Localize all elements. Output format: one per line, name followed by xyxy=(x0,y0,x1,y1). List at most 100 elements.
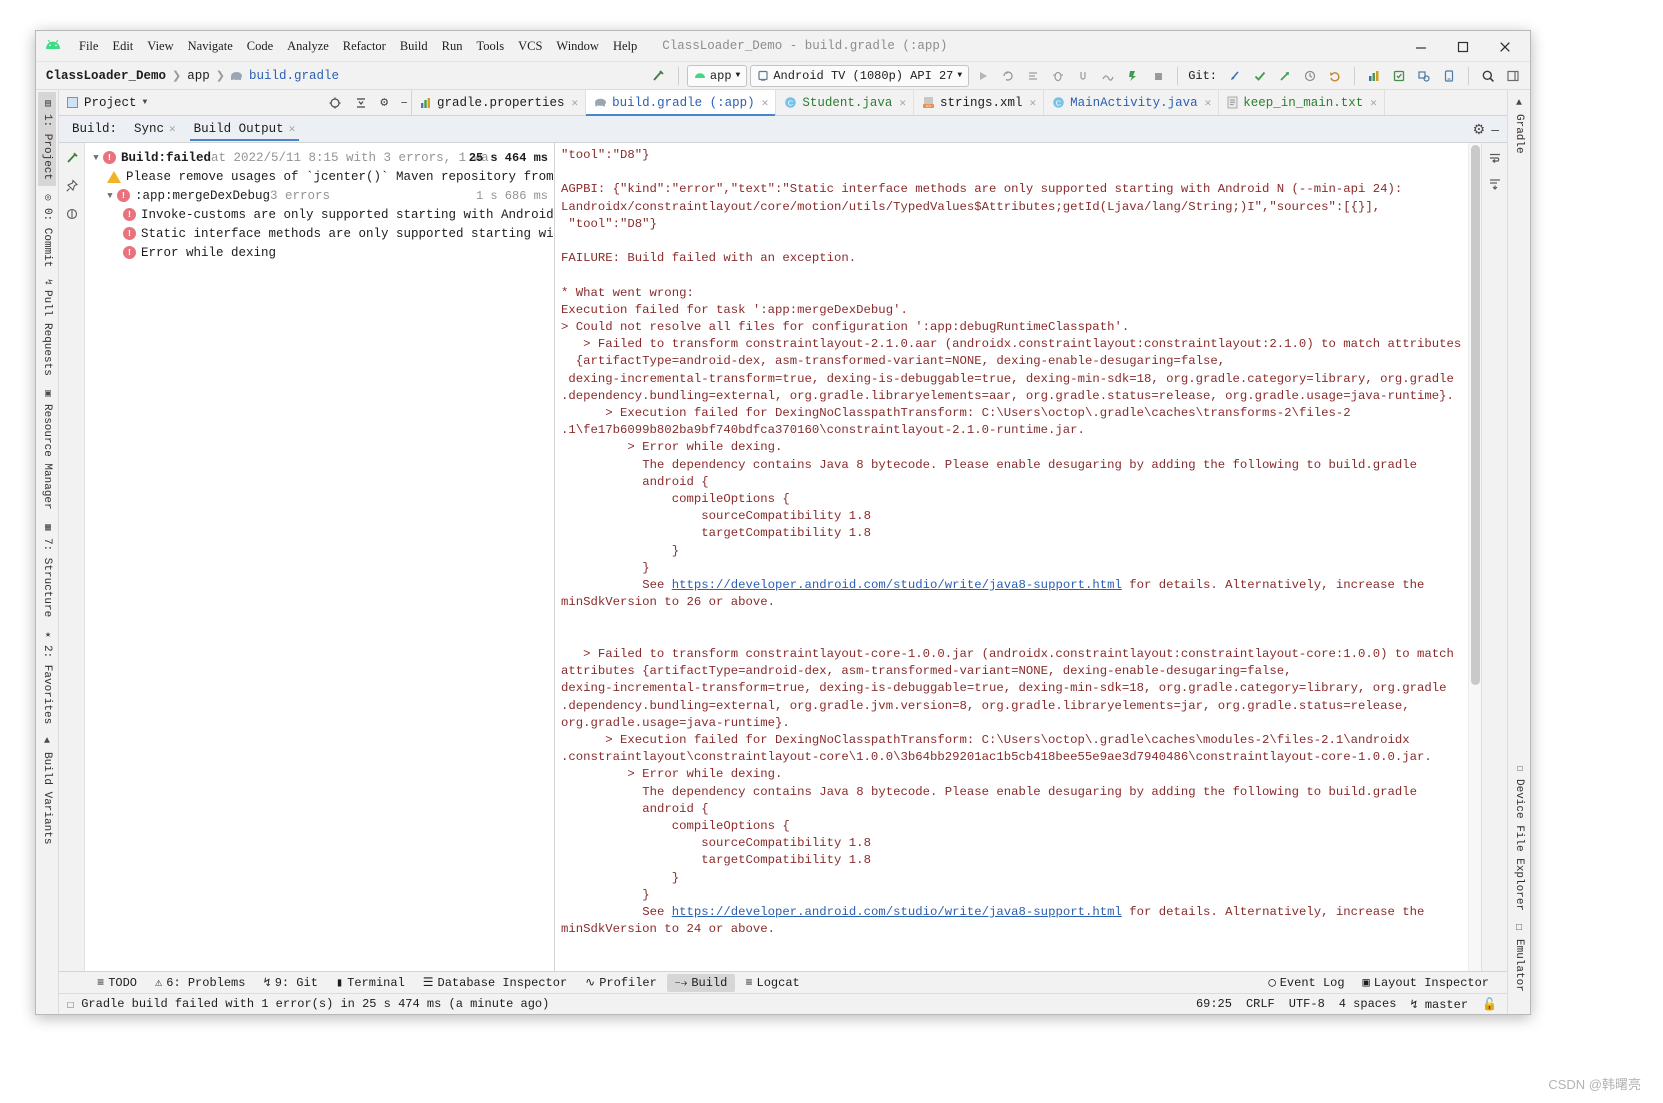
build-tab-build-output[interactable]: Build Output ✕ xyxy=(186,118,304,141)
collapse-all-icon[interactable] xyxy=(351,96,371,110)
menu-item-refactor[interactable]: Refactor xyxy=(336,37,393,56)
menu-item-edit[interactable]: Edit xyxy=(105,37,140,56)
breadcrumb-file[interactable]: build.gradle xyxy=(245,69,343,83)
table-row[interactable]: ! Invoke-customs are only supported star… xyxy=(85,205,554,224)
soft-wrap-icon[interactable] xyxy=(1488,151,1502,165)
editor-tab-student-java[interactable]: C Student.java ✕ xyxy=(776,90,914,115)
close-icon[interactable]: ✕ xyxy=(1370,96,1377,110)
profiler-run-icon[interactable] xyxy=(1122,65,1144,87)
console-link[interactable]: https://developer.android.com/studio/wri… xyxy=(672,905,1122,919)
editor-tab-strings-xml[interactable]: <> strings.xml ✕ xyxy=(914,90,1044,115)
pin-icon[interactable] xyxy=(65,179,79,193)
maximize-icon[interactable] xyxy=(1442,33,1484,61)
menu-item-window[interactable]: Window xyxy=(549,37,606,56)
menu-item-help[interactable]: Help xyxy=(606,37,644,56)
search-icon[interactable] xyxy=(1477,65,1499,87)
sidebar-item-pull-requests[interactable]: ↯ Pull Requests xyxy=(38,273,56,382)
git-rollback-icon[interactable] xyxy=(1324,65,1346,87)
git-update-icon[interactable] xyxy=(1224,65,1246,87)
sidebar-item-project[interactable]: ▤ 1: Project xyxy=(38,92,56,186)
table-row[interactable]: ▼ ! Build: failed at 2022/5/11 8:15 with… xyxy=(85,148,554,167)
stop-icon[interactable] xyxy=(1147,65,1169,87)
menu-item-view[interactable]: View xyxy=(140,37,180,56)
tool-window-git[interactable]: ↯ 9: Git xyxy=(255,973,325,992)
close-icon[interactable]: ✕ xyxy=(169,122,176,136)
sidebar-item-build-variants[interactable]: ▲ Build Variants xyxy=(38,730,56,850)
breadcrumb-module[interactable]: app xyxy=(183,69,214,83)
close-icon[interactable]: ✕ xyxy=(1029,96,1036,110)
editor-tab-keep-in-main-txt[interactable]: keep_in_main.txt ✕ xyxy=(1219,90,1385,115)
close-icon[interactable]: ✕ xyxy=(762,96,769,110)
filter-icon[interactable] xyxy=(65,207,79,221)
menu-item-build[interactable]: Build xyxy=(393,37,435,56)
console-scrollbar[interactable] xyxy=(1468,143,1481,971)
run-icon[interactable] xyxy=(972,65,994,87)
avd-manager-icon[interactable] xyxy=(1363,65,1385,87)
close-icon[interactable]: ✕ xyxy=(289,122,296,136)
close-icon[interactable] xyxy=(1484,33,1526,61)
rerun-build-icon[interactable] xyxy=(65,151,79,165)
settings-icon[interactable]: ⚙ xyxy=(377,95,391,110)
table-row[interactable]: Please remove usages of `jcenter()` Mave… xyxy=(85,167,554,186)
table-row[interactable]: ! Error while dexing xyxy=(85,243,554,262)
close-icon[interactable]: ✕ xyxy=(572,96,579,110)
locate-icon[interactable] xyxy=(325,96,345,110)
build-tab-sync[interactable]: Sync ✕ xyxy=(126,118,184,141)
tool-window-problems[interactable]: ⚠ 6: Problems xyxy=(147,973,253,992)
close-icon[interactable]: ✕ xyxy=(899,96,906,110)
editor-tab-mainactivity-java[interactable]: C MainActivity.java ✕ xyxy=(1044,90,1219,115)
settings-gear-icon[interactable]: ⚙ xyxy=(1473,121,1486,138)
minimize-window-icon[interactable]: – xyxy=(1491,121,1499,137)
debug-icon[interactable] xyxy=(1047,65,1069,87)
sidebar-item-commit[interactable]: ◎ 0: Commit xyxy=(38,186,56,273)
panel-icon[interactable] xyxy=(1502,65,1524,87)
apply-changes-icon[interactable] xyxy=(997,65,1019,87)
device-manager-icon[interactable] xyxy=(1438,65,1460,87)
breadcrumb-project[interactable]: ClassLoader_Demo xyxy=(42,69,170,83)
menu-item-vcs[interactable]: VCS xyxy=(511,37,549,56)
module-selector[interactable]: app ▼ xyxy=(687,65,747,87)
tool-window-database-inspector[interactable]: ☰ Database Inspector xyxy=(415,973,575,992)
tool-window-event-log[interactable]: ◯ Event Log xyxy=(1261,973,1353,992)
editor-tab-gradle-properties[interactable]: gradle.properties ✕ xyxy=(412,90,586,115)
build-hammer-icon[interactable] xyxy=(648,65,670,87)
tool-window-profiler[interactable]: ∿ Profiler xyxy=(577,973,665,992)
table-row[interactable]: ▼ ! :app:mergeDexDebug 3 errors 1 s 686 … xyxy=(85,186,554,205)
line-separator[interactable]: CRLF xyxy=(1246,997,1275,1011)
sidebar-item-favorites[interactable]: ★ 2: Favorites xyxy=(38,623,56,730)
menu-item-file[interactable]: File xyxy=(72,37,105,56)
menu-item-code[interactable]: Code xyxy=(240,37,280,56)
git-push-icon[interactable] xyxy=(1274,65,1296,87)
tool-window-todo[interactable]: ≡ TODO xyxy=(89,974,145,992)
tool-window-terminal[interactable]: ▮ Terminal xyxy=(328,973,413,992)
git-commit-icon[interactable] xyxy=(1249,65,1271,87)
sidebar-item-structure[interactable]: ▦ 7: Structure xyxy=(38,516,56,623)
device-selector[interactable]: Android TV (1080p) API 27 ▼ xyxy=(750,65,969,87)
editor-tab-build-gradle[interactable]: build.gradle (:app) ✕ xyxy=(586,90,776,115)
git-branch-widget[interactable]: ↯ master xyxy=(1410,997,1468,1012)
menu-item-tools[interactable]: Tools xyxy=(469,37,511,56)
chevron-down-icon[interactable]: ▼ xyxy=(89,153,103,163)
sdk-manager-icon[interactable] xyxy=(1388,65,1410,87)
scrollbar-thumb[interactable] xyxy=(1471,145,1480,685)
minimize-icon[interactable] xyxy=(1400,33,1442,61)
chevron-down-icon[interactable]: ▼ xyxy=(143,98,148,107)
menu-item-navigate[interactable]: Navigate xyxy=(181,37,240,56)
file-encoding[interactable]: UTF-8 xyxy=(1289,997,1325,1011)
console-link[interactable]: https://developer.android.com/studio/wri… xyxy=(672,578,1122,592)
apply-code-changes-icon[interactable] xyxy=(1022,65,1044,87)
build-console[interactable]: "tool":"D8"} AGPBI: {"kind":"error","tex… xyxy=(555,143,1468,971)
attach-debugger-icon[interactable] xyxy=(1072,65,1094,87)
caret-position[interactable]: 69:25 xyxy=(1196,997,1232,1011)
git-history-icon[interactable] xyxy=(1299,65,1321,87)
sidebar-item-resource-manager[interactable]: ▣ Resource Manager xyxy=(38,382,56,516)
menu-item-analyze[interactable]: Analyze xyxy=(280,37,336,56)
hide-icon[interactable]: – xyxy=(397,95,411,110)
table-row[interactable]: ! Static interface methods are only supp… xyxy=(85,224,554,243)
close-icon[interactable]: ✕ xyxy=(1205,96,1212,110)
tool-window-logcat[interactable]: ≡ Logcat xyxy=(737,974,807,992)
tool-window-build[interactable]: ⤍ Build xyxy=(667,974,736,992)
scroll-to-end-icon[interactable] xyxy=(1488,177,1502,191)
sidebar-item-emulator[interactable]: □ Emulator xyxy=(1510,917,1528,998)
unlocked-icon[interactable]: 🔓 xyxy=(1482,997,1497,1012)
